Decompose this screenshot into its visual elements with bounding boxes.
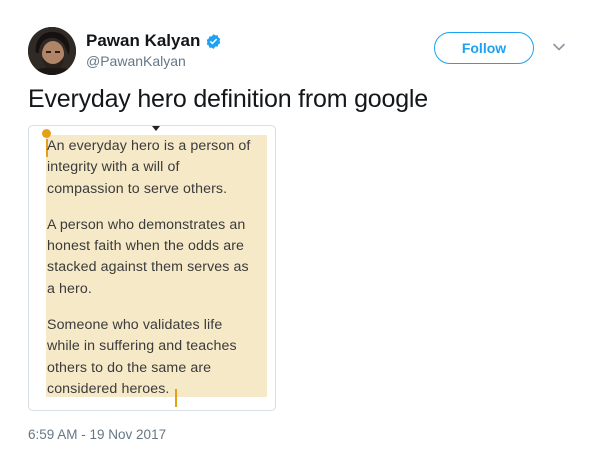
- media-text-line: while in suffering and teaches: [47, 338, 237, 355]
- chevron-down-icon[interactable]: [552, 40, 566, 54]
- verified-badge-icon: [205, 33, 222, 50]
- author-name-row: Pawan Kalyan: [86, 31, 222, 51]
- author-handle[interactable]: @PawanKalyan: [86, 53, 186, 69]
- media-text-block: An everyday hero is a person of integrit…: [47, 136, 269, 400]
- media-text-line: integrity with a will of: [47, 159, 180, 176]
- tweet-media-image[interactable]: An everyday hero is a person of integrit…: [28, 125, 276, 411]
- media-text-line: honest faith when the odds are: [47, 238, 245, 255]
- avatar[interactable]: [28, 27, 76, 75]
- media-text-line: An everyday hero is a person of: [47, 138, 251, 154]
- author-display-name[interactable]: Pawan Kalyan: [86, 31, 200, 51]
- media-text-line: A person who demonstrates an: [47, 216, 246, 233]
- avatar-image: [28, 27, 76, 75]
- selection-menu-caret: [152, 126, 160, 131]
- media-text-line: others to do the same are: [47, 359, 212, 376]
- tweet-timestamp[interactable]: 6:59 AM - 19 Nov 2017: [28, 427, 166, 442]
- media-text-line: a hero.: [47, 280, 92, 297]
- media-text-line: considered heroes.: [47, 380, 170, 397]
- media-text-line: Someone who validates life: [47, 316, 223, 333]
- follow-button[interactable]: Follow: [434, 32, 534, 64]
- media-text-line: stacked against them serves as: [47, 259, 249, 276]
- tweet-text: Everyday hero definition from google: [28, 85, 428, 113]
- tweet-page: Pawan Kalyan @PawanKalyan Follow Everyda…: [0, 0, 600, 450]
- selection-end-cursor: [175, 389, 177, 407]
- media-text-line: compassion to serve others.: [47, 180, 228, 197]
